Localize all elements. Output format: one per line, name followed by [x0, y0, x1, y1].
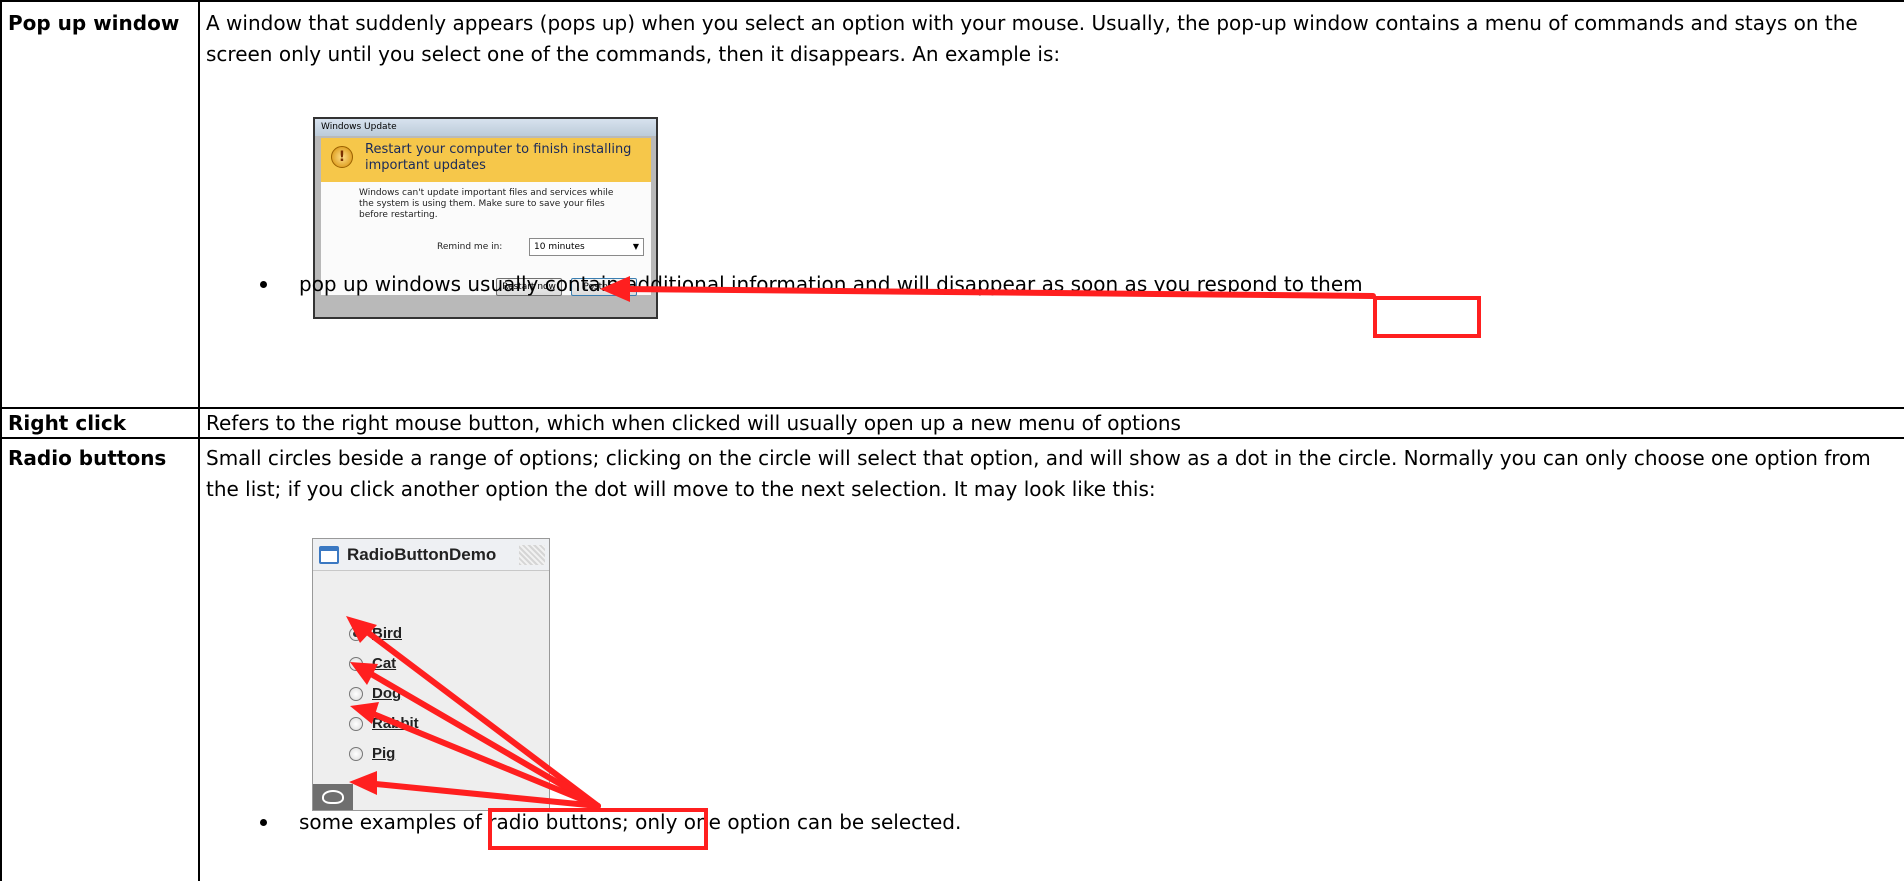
term-cell: Right click	[0, 407, 200, 439]
warning-shield-icon: !	[331, 146, 353, 168]
radio-unselected-icon	[349, 686, 363, 701]
heart-icon	[322, 790, 344, 804]
radio-unselected-icon	[349, 716, 363, 731]
glossary-table: Pop up window A window that suddenly app…	[0, 0, 1904, 881]
radio-option: Bird	[349, 625, 402, 642]
radio-example-image: RadioButtonDemo Bird Cat Dog Rabbit Pig	[312, 538, 550, 811]
radio-demo-titlebar: RadioButtonDemo	[313, 539, 549, 571]
bullet-item: pop up windows usually contain additiona…	[260, 272, 1363, 296]
dropdown-caret-icon: ▼	[632, 242, 639, 251]
bullet-text: pop up windows usually contain additiona…	[299, 272, 1363, 296]
radio-demo-title: RadioButtonDemo	[347, 544, 497, 564]
table-row: Pop up window A window that suddenly app…	[0, 0, 1904, 409]
remind-select: 10 minutes ▼	[529, 238, 644, 256]
radio-option: Pig	[349, 745, 395, 762]
remind-value: 10 minutes	[534, 242, 585, 252]
radio-option: Dog	[349, 685, 401, 702]
bullet-dot-icon	[260, 818, 267, 826]
radio-unselected-icon	[349, 656, 363, 671]
table-row: Right click Refers to the right mouse bu…	[0, 407, 1904, 439]
definition-cell: Refers to the right mouse button, which …	[198, 407, 1904, 439]
term-cell: Radio buttons	[0, 437, 200, 881]
radio-option: Cat	[349, 655, 396, 672]
radio-unselected-icon	[349, 746, 363, 761]
radio-option-label: Pig	[372, 745, 396, 762]
radio-option: Rabbit	[349, 715, 419, 732]
radio-option-label: Rabbit	[372, 715, 419, 732]
radio-buttons-highlight-box	[488, 808, 708, 850]
radio-option-label: Bird	[372, 625, 402, 642]
remind-label: Remind me in:	[437, 242, 503, 252]
radio-selected-icon	[349, 626, 363, 641]
window-icon	[319, 545, 339, 564]
respond-highlight-box	[1373, 296, 1481, 338]
radio-option-label: Cat	[372, 655, 397, 672]
term-cell: Pop up window	[0, 0, 200, 409]
popup-headline: Restart your computer to finish installi…	[365, 142, 632, 173]
corner-badge	[313, 784, 353, 810]
radio-option-label: Dog	[372, 685, 402, 702]
popup-title: Windows Update	[315, 119, 656, 136]
document-page: Pop up window A window that suddenly app…	[0, 0, 1904, 881]
bullet-dot-icon	[260, 280, 267, 288]
grip-icon	[519, 545, 545, 565]
popup-banner: ! Restart your computer to finish instal…	[321, 138, 651, 182]
popup-message: Windows can't update important files and…	[359, 188, 614, 220]
